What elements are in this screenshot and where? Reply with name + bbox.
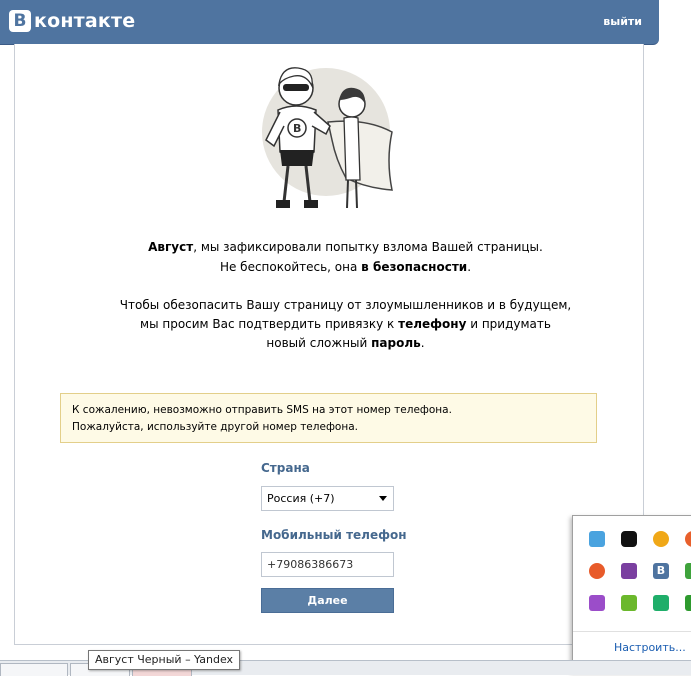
country-label: Страна xyxy=(261,461,310,475)
superhero-illustration: B xyxy=(246,60,406,223)
vk-logo[interactable]: В контакте xyxy=(9,10,135,32)
phone-label: Мобильный телефон xyxy=(261,528,407,542)
magnet-tray-icon[interactable] xyxy=(621,563,637,579)
download-tray-icon[interactable] xyxy=(685,563,691,579)
orange-tray-icon[interactable] xyxy=(685,531,691,547)
phone-input[interactable]: +79086386673 xyxy=(261,552,394,577)
top-header: В контакте выйти xyxy=(0,0,659,45)
tray-divider xyxy=(573,631,691,632)
taskbar-button-1[interactable] xyxy=(0,663,68,676)
svg-text:B: B xyxy=(293,122,301,135)
message-line-1: Август, мы зафиксировали попытку взлома … xyxy=(148,240,543,254)
tray-configure-link[interactable]: Настроить... xyxy=(614,641,686,654)
user-name: Август xyxy=(148,240,194,254)
lock-tray-icon[interactable] xyxy=(653,531,669,547)
shield-tray-icon[interactable] xyxy=(653,595,669,611)
next-button[interactable]: Далее xyxy=(261,588,394,613)
green-tray-icon[interactable] xyxy=(685,595,691,611)
message-line-5: новый сложный пароль. xyxy=(266,336,425,350)
message-line-4: мы просим Вас подтвердить привязку к тел… xyxy=(140,317,551,331)
warning-line-1: К сожалению, невозможно отправить SMS на… xyxy=(72,404,452,416)
vk-logo-icon: В xyxy=(9,10,31,32)
network-tray-icon[interactable] xyxy=(589,531,605,547)
media-tray-icon[interactable] xyxy=(589,563,605,579)
window-tooltip: Август Черный – Yandex xyxy=(88,650,241,670)
tray-overflow-panel: В Настроить... xyxy=(572,515,691,672)
feather-tray-icon[interactable] xyxy=(589,595,605,611)
message-line-3: Чтобы обезопасить Вашу страницу от злоум… xyxy=(119,298,572,312)
sms-warning-box: К сожалению, невозможно отправить SMS на… xyxy=(60,393,597,443)
country-select[interactable]: Россия (+7) xyxy=(261,486,394,511)
owl-tray-icon[interactable] xyxy=(621,531,637,547)
country-select-value: Россия (+7) xyxy=(267,492,335,505)
vk-tray-icon[interactable]: В xyxy=(653,563,669,579)
logout-link[interactable]: выйти xyxy=(603,15,642,28)
dropdown-arrow-icon xyxy=(379,496,387,501)
warning-line-2: Пожалуйста, используйте другой номер тел… xyxy=(72,421,358,433)
vk-logo-text: контакте xyxy=(34,10,136,32)
chat-tray-icon[interactable] xyxy=(621,595,637,611)
message-line-2: Не беспокойтесь, она в безопасности. xyxy=(219,260,472,274)
